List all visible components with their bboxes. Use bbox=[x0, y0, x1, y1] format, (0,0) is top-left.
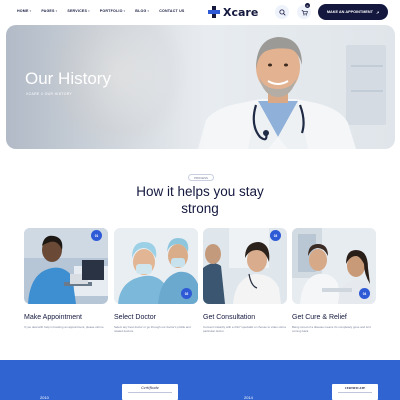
card-title: Make Appointment bbox=[24, 314, 82, 321]
nav-label: BLOG bbox=[135, 9, 147, 13]
search-button[interactable] bbox=[275, 5, 289, 19]
logo-text: Xcare bbox=[223, 5, 259, 19]
appointment-label: MAKE AN APPOINTMENT bbox=[326, 10, 373, 14]
card-title: Select Doctor bbox=[114, 314, 157, 321]
make-appointment-button[interactable]: MAKE AN APPOINTMENT ↗ bbox=[318, 4, 388, 20]
breadcrumb: XCARE // OUR HISTORY bbox=[26, 92, 73, 96]
certificate-image: CERTIFICATE bbox=[332, 384, 378, 400]
card-description: If you deal with help in booking an appo… bbox=[24, 325, 105, 329]
nav-item-pages[interactable]: PAGES ▾ bbox=[41, 9, 57, 13]
certificate-line bbox=[128, 392, 172, 393]
certificate-image: Certificate bbox=[122, 384, 178, 400]
card-description: Select any best doctor or go through our… bbox=[114, 325, 191, 334]
step-number-badge: 01 bbox=[91, 230, 102, 241]
nav-label: SERVICES bbox=[67, 9, 88, 13]
section-title: How it helps you stay strong bbox=[100, 183, 300, 217]
step-number-badge: 04 bbox=[359, 288, 370, 299]
timeline-year: 2014 bbox=[244, 395, 253, 400]
chevron-down-icon: ▾ bbox=[29, 9, 32, 13]
logo[interactable]: Xcare bbox=[207, 5, 258, 19]
nav-item-home[interactable]: HOME ▾ bbox=[17, 9, 31, 13]
nav-item-blog[interactable]: BLOG ▾ bbox=[135, 9, 149, 13]
nav-label: HOME bbox=[17, 9, 29, 13]
chevron-down-icon: ▾ bbox=[147, 9, 150, 13]
section-tag: PROCESS bbox=[188, 174, 214, 181]
section-title-line-2: strong bbox=[181, 201, 219, 216]
section-title-line-1: How it helps you stay bbox=[136, 184, 264, 199]
hero-banner: Our History XCARE // OUR HISTORY bbox=[6, 25, 395, 149]
nav-label: CONTACT US bbox=[159, 9, 185, 13]
card-description: Connect instantly with a 24x7 specialist… bbox=[203, 325, 286, 334]
nav-item-services[interactable]: SERVICES ▾ bbox=[67, 9, 89, 13]
timeline-year: 2010 bbox=[40, 395, 49, 400]
main-nav: HOME ▾ PAGES ▾ SERVICES ▾ PORTFOLIO ▾ BLOG ▾ … bbox=[17, 9, 184, 13]
logo-cross-icon bbox=[207, 5, 221, 19]
certificate-title: CERTIFICATE bbox=[344, 386, 366, 390]
step-number-badge: 02 bbox=[181, 288, 192, 299]
search-icon bbox=[278, 8, 286, 16]
nav-item-portfolio[interactable]: PORTFOLIO ▾ bbox=[100, 9, 125, 13]
card-title: Get Consultation bbox=[203, 314, 256, 321]
nav-label: PAGES bbox=[41, 9, 55, 13]
card-title: Get Cure & Relief bbox=[292, 314, 347, 321]
chevron-down-icon: ▾ bbox=[55, 9, 58, 13]
certificate-title: Certificate bbox=[141, 386, 159, 390]
card-description: Being cured of a disease means it's comp… bbox=[292, 325, 371, 334]
nav-item-contact[interactable]: CONTACT US bbox=[159, 9, 184, 13]
cart-count-badge: 0 bbox=[305, 3, 310, 8]
chevron-down-icon: ▾ bbox=[123, 9, 126, 13]
nav-label: PORTFOLIO bbox=[99, 9, 123, 13]
certificate-line bbox=[338, 392, 372, 393]
doctor-photo bbox=[198, 37, 356, 149]
page-title: Our History bbox=[25, 69, 111, 88]
chevron-down-icon: ▾ bbox=[88, 9, 90, 13]
cart-icon bbox=[301, 9, 308, 16]
history-timeline: 2010 Certificate 2014 CERTIFICATE bbox=[0, 360, 400, 400]
step-number-badge: 03 bbox=[270, 230, 281, 241]
arrow-up-right-icon: ↗ bbox=[375, 10, 380, 15]
header: HOME ▾ PAGES ▾ SERVICES ▾ PORTFOLIO ▾ BLOG ▾ … bbox=[0, 0, 400, 24]
